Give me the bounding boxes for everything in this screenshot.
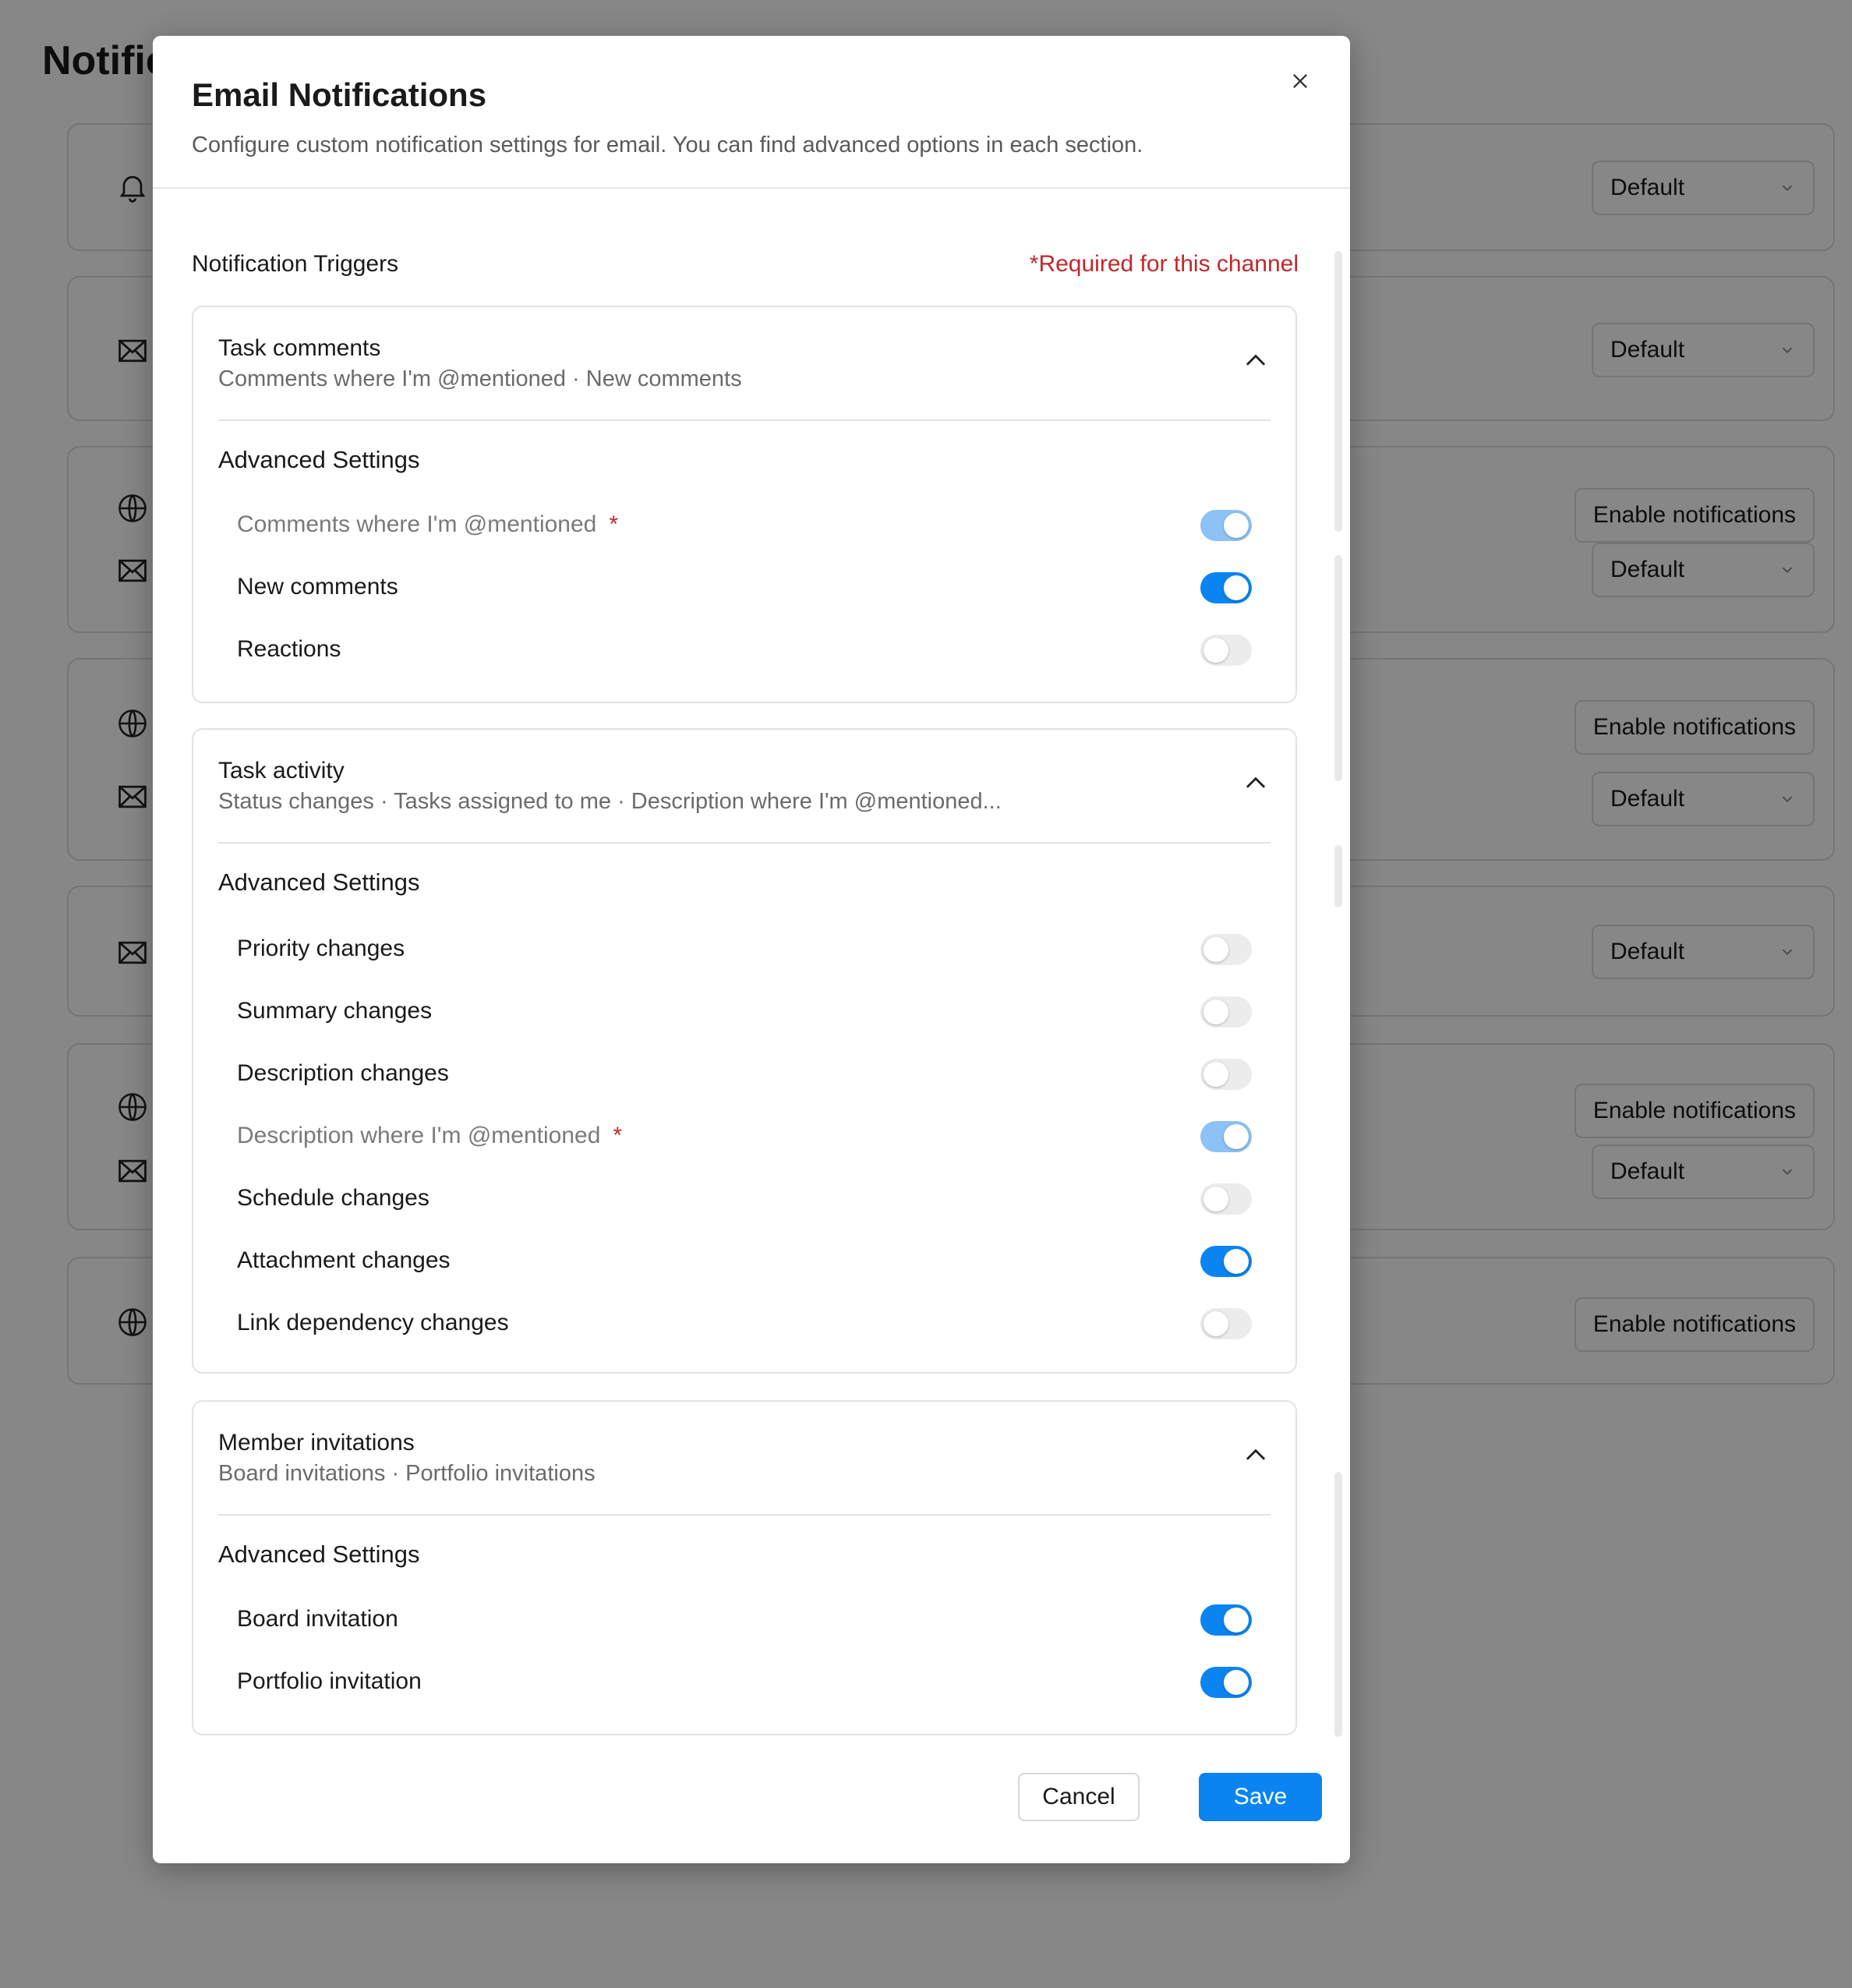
chevron-up-icon[interactable] [1241, 769, 1271, 798]
section-summary: Comments where I'm @mentioned · New comm… [218, 366, 742, 391]
setting-row: Summary changes [237, 989, 1252, 1035]
notification-triggers-heading: Notification Triggers [192, 251, 399, 277]
toggle-new-comments[interactable] [1200, 572, 1252, 603]
dialog-title: Email Notifications [192, 76, 487, 113]
toggle-comments-mentioned[interactable] [1200, 510, 1252, 541]
setting-label: New comments [237, 574, 398, 600]
setting-row: Comments where I'm @mentioned * [237, 502, 1252, 549]
setting-label: Summary changes [237, 998, 433, 1024]
setting-label: Description changes [237, 1060, 449, 1086]
dialog-body: Notification Triggers *Required for this… [153, 190, 1350, 1757]
dialog-footer: Cancel Save [153, 1757, 1350, 1863]
scrollbar[interactable] [1334, 845, 1342, 907]
section-member-invitations: Member invitations Board invitations · P… [192, 1400, 1297, 1735]
required-star: * [613, 1123, 623, 1148]
setting-row: Reactions [237, 627, 1252, 674]
setting-label: Board invitation [237, 1606, 398, 1632]
close-button[interactable] [1281, 62, 1319, 100]
section-task-activity: Task activity Status changes · Tasks ass… [192, 728, 1297, 1374]
section-header[interactable]: Task activity Status changes · Tasks ass… [218, 730, 1271, 844]
section-title: Task activity [218, 758, 345, 784]
chevron-up-icon[interactable] [1241, 346, 1271, 376]
dialog-description: Configure custom notification settings f… [192, 133, 1143, 157]
setting-row: Description changes [237, 1051, 1252, 1098]
setting-label: Reactions [237, 636, 341, 662]
setting-label: Comments where I'm @mentioned * [237, 511, 618, 538]
setting-row: Portfolio invitation [237, 1659, 1252, 1706]
setting-row: Attachment changes [237, 1238, 1252, 1285]
setting-label-text: Description where I'm @mentioned [237, 1123, 601, 1148]
setting-row: Link dependency changes [237, 1300, 1252, 1347]
toggle-portfolio-invitation[interactable] [1200, 1667, 1252, 1698]
section-title: Member invitations [218, 1430, 415, 1456]
setting-label: Description where I'm @mentioned * [237, 1123, 622, 1149]
setting-label: Schedule changes [237, 1185, 429, 1211]
section-title: Task comments [218, 335, 381, 361]
toggle-summary-changes[interactable] [1200, 996, 1252, 1028]
save-button[interactable]: Save [1199, 1773, 1322, 1821]
toggle-priority-changes[interactable] [1200, 934, 1252, 965]
advanced-settings-heading: Advanced Settings [218, 1541, 420, 1568]
toggle-reactions[interactable] [1200, 635, 1252, 666]
setting-row: New comments [237, 564, 1252, 611]
toggle-description-mentioned[interactable] [1200, 1121, 1252, 1152]
toggle-attachment-changes[interactable] [1200, 1246, 1252, 1277]
setting-row: Board invitation [237, 1597, 1252, 1643]
email-notifications-dialog: Email Notifications Configure custom not… [153, 36, 1350, 1863]
setting-label: Portfolio invitation [237, 1668, 422, 1694]
scrollbar[interactable] [1334, 555, 1342, 781]
cancel-button[interactable]: Cancel [1018, 1773, 1140, 1821]
dialog-header: Email Notifications Configure custom not… [153, 36, 1350, 189]
setting-label-text: Comments where I'm @mentioned [237, 511, 597, 537]
section-header[interactable]: Task comments Comments where I'm @mentio… [218, 307, 1271, 421]
scrollbar[interactable] [1334, 1472, 1342, 1737]
close-icon [1293, 74, 1307, 88]
required-star: * [609, 511, 619, 537]
toggle-schedule-changes[interactable] [1200, 1183, 1252, 1215]
section-summary: Board invitations · Portfolio invitation… [218, 1461, 596, 1486]
toggle-description-changes[interactable] [1200, 1059, 1252, 1090]
advanced-settings-heading: Advanced Settings [218, 868, 420, 896]
chevron-up-icon[interactable] [1241, 1441, 1271, 1470]
toggle-link-dependency-changes[interactable] [1200, 1308, 1252, 1339]
setting-row: Description where I'm @mentioned * [237, 1113, 1252, 1160]
section-summary: Status changes · Tasks assigned to me · … [218, 789, 1002, 814]
section-header[interactable]: Member invitations Board invitations · P… [218, 1402, 1271, 1516]
scrollbar[interactable] [1334, 251, 1342, 532]
setting-row: Schedule changes [237, 1176, 1252, 1222]
setting-label: Link dependency changes [237, 1310, 509, 1335]
section-task-comments: Task comments Comments where I'm @mentio… [192, 306, 1297, 703]
setting-row: Priority changes [237, 926, 1252, 973]
setting-label: Attachment changes [237, 1247, 451, 1273]
required-note: *Required for this channel [1029, 251, 1299, 277]
setting-label: Priority changes [237, 936, 405, 961]
toggle-board-invitation[interactable] [1200, 1604, 1252, 1636]
advanced-settings-heading: Advanced Settings [218, 446, 420, 473]
